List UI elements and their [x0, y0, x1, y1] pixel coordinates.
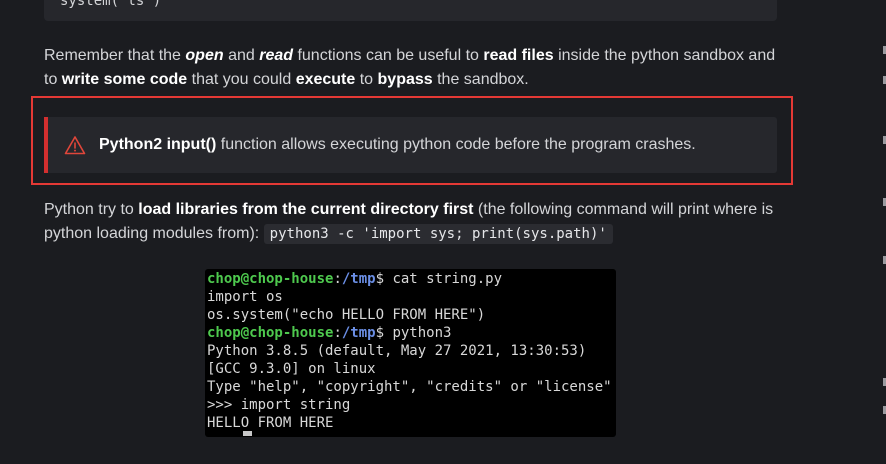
text: :: [333, 325, 342, 341]
text: (the following command will print where …: [473, 201, 774, 218]
hint-text: Python2 input() function allows executin…: [99, 133, 696, 157]
text: python loading modules from):: [44, 225, 264, 242]
code-line: system('ls'): [60, 0, 162, 9]
bold-write-code: write some code: [61, 71, 188, 88]
emphasis-open: open: [185, 47, 224, 64]
terminal-line: chop@chop-house:/tmp$ python3: [207, 324, 451, 342]
page: system('ls') Remember that the open and …: [0, 0, 886, 464]
terminal-user: chop@chop-house: [207, 325, 334, 341]
terminal-line: HELLO FROM HERE: [207, 415, 334, 431]
text: functions can be useful to: [293, 47, 484, 64]
terminal-line: chop@chop-house:/tmp$ cat string.py: [207, 270, 502, 288]
terminal-path: /tmp: [341, 325, 376, 341]
text: and: [223, 47, 260, 64]
terminal-line: import os: [207, 289, 283, 305]
terminal-command: cat string.py: [392, 271, 503, 287]
text: to: [44, 71, 62, 88]
text: Remember that the: [44, 47, 186, 64]
terminal-command: python3: [392, 325, 452, 341]
text: Python try to: [44, 201, 139, 218]
paragraph-library-loading: Python try to load libraries from the cu…: [44, 198, 784, 246]
terminal-screenshot: chop@chop-house:/tmp$ cat string.py impo…: [205, 269, 616, 437]
bold-read-files: read files: [483, 47, 554, 64]
text: to: [355, 71, 378, 88]
text: :: [333, 271, 342, 287]
terminal-cursor: [243, 431, 252, 436]
text: $: [375, 271, 393, 287]
bold-load-libraries: load libraries from the current director…: [138, 201, 474, 218]
terminal-line: os.system("echo HELLO FROM HERE"): [207, 307, 486, 323]
terminal-line: [GCC 9.3.0] on linux: [207, 361, 376, 377]
terminal-line: Python 3.8.5 (default, May 27 2021, 13:3…: [207, 343, 587, 359]
emphasis-read: read: [259, 47, 294, 64]
hint-body: function allows executing python code be…: [216, 136, 696, 153]
text: inside the python sandbox and: [553, 47, 776, 64]
bold-execute: execute: [295, 71, 356, 88]
text: that you could: [187, 71, 296, 88]
inline-code-sys-path: python3 -c 'import sys; print(sys.path)': [263, 224, 613, 244]
danger-hint-callout: Python2 input() function allows executin…: [44, 117, 777, 173]
bold-bypass: bypass: [377, 71, 433, 88]
warning-triangle-icon: [64, 136, 86, 155]
terminal-path: /tmp: [341, 271, 376, 287]
terminal-line: Type "help", "copyright", "credits" or "…: [207, 379, 612, 395]
hint-bold: Python2 input(): [99, 136, 217, 153]
paragraph-sandbox-tip: Remember that the open and read function…: [44, 44, 784, 92]
text: the sandbox.: [432, 71, 529, 88]
text: $: [375, 325, 393, 341]
terminal-line: >>> import string: [207, 397, 351, 413]
code-block-top: system('ls'): [44, 0, 777, 21]
terminal-user: chop@chop-house: [207, 271, 334, 287]
